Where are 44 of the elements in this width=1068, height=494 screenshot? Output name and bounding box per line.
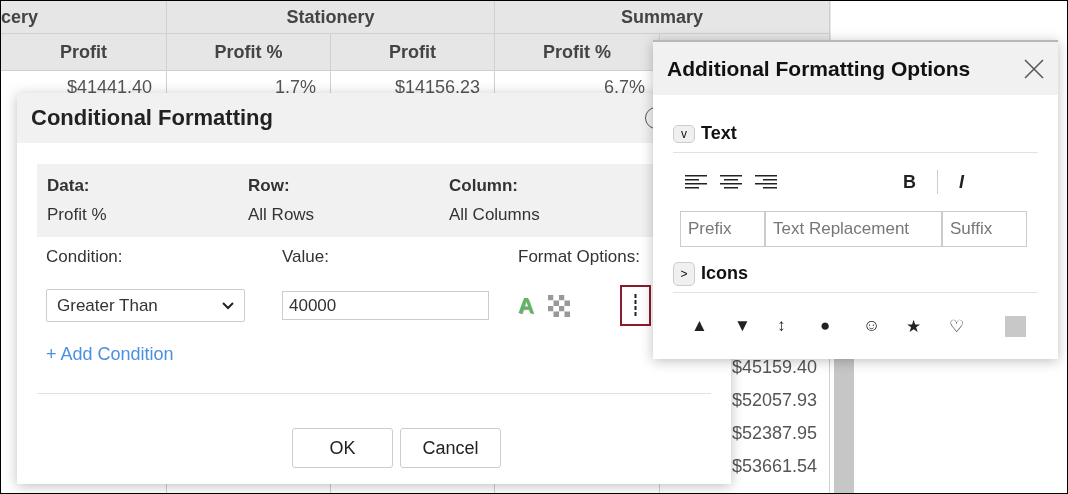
text-replacement-field[interactable]: Text Replacement [765, 211, 942, 247]
format-options-label: Format Options: [518, 247, 641, 267]
section-title: Icons [701, 263, 748, 284]
icon-option[interactable]: ▼ [734, 316, 777, 336]
prefix-field[interactable]: Prefix [680, 211, 765, 247]
value-label: Value: [282, 247, 330, 267]
align-left-icon[interactable] [685, 174, 707, 190]
chevron-down-icon [222, 301, 234, 310]
table-cell-text: $52387.95 [731, 422, 817, 445]
icon-option[interactable]: ↕ [777, 316, 820, 336]
ok-button[interactable]: OK [292, 428, 393, 468]
info-label: Row: [248, 176, 291, 196]
info-label: Column: [449, 176, 519, 196]
more-options-button[interactable] [619, 285, 651, 326]
icon-option[interactable]: ● [820, 316, 863, 336]
suffix-field[interactable]: Suffix [942, 211, 1027, 247]
italic-button[interactable]: I [951, 171, 972, 193]
table-cell-text: $53661.54 [731, 455, 817, 478]
align-center-icon[interactable] [720, 174, 742, 190]
section-toggle[interactable]: > [673, 261, 695, 286]
condition-label: Condition: [46, 247, 124, 267]
icon-option[interactable]: ★ [906, 315, 949, 337]
icon-option[interactable]: ♡ [949, 315, 992, 337]
value-field[interactable]: 40000 [282, 291, 489, 320]
checkerboard-icon[interactable] [547, 294, 570, 317]
info-value: Profit % [47, 205, 108, 225]
info-value: All Rows [248, 205, 316, 225]
dotted-line-icon [633, 293, 637, 318]
align-right-icon[interactable] [755, 174, 777, 190]
info-value: All Columns [449, 205, 541, 225]
icon-option[interactable]: ▲ [691, 316, 734, 336]
cancel-button[interactable]: Cancel [400, 428, 501, 468]
close-icon[interactable] [1024, 58, 1044, 79]
section-toggle[interactable]: v [673, 124, 695, 143]
color-swatch[interactable] [1005, 315, 1026, 337]
table-cell-text: $45159.40 [731, 356, 817, 379]
icon-option[interactable]: ☺ [863, 316, 906, 336]
condition-dropdown[interactable]: Greater Than [46, 289, 245, 322]
info-label: Data: [47, 176, 91, 196]
dialog-title: Conditional Formatting [31, 105, 273, 131]
section-title: Text [701, 123, 737, 144]
bold-button[interactable]: B [895, 171, 924, 193]
table-cell-text: $52057.93 [731, 389, 817, 412]
panel-title: Additional Formatting Options [667, 56, 971, 81]
